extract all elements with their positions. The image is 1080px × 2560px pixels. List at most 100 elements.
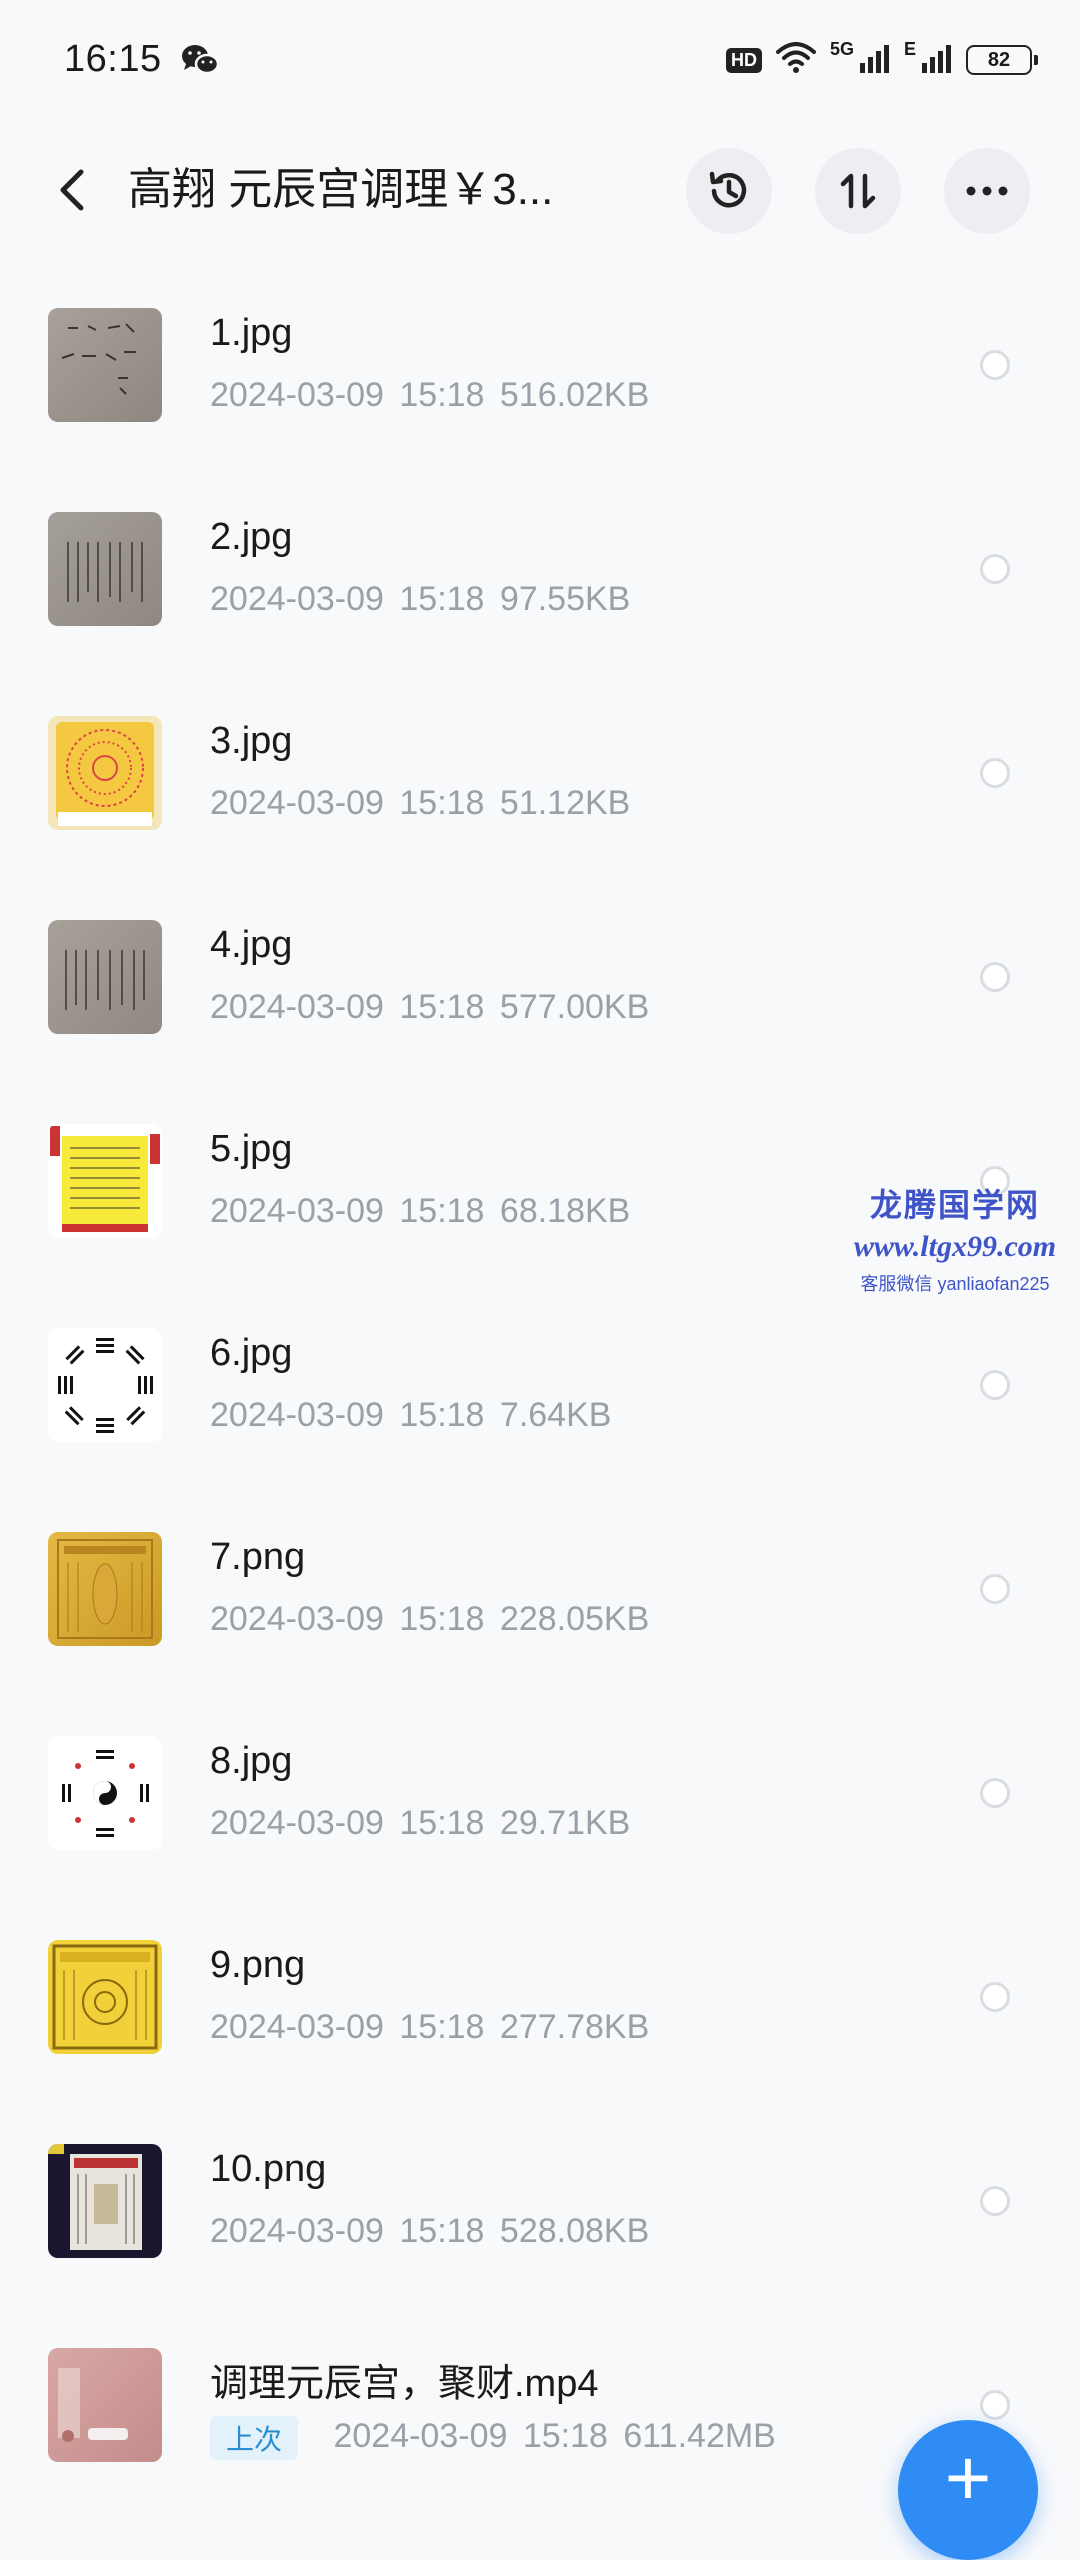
select-radio[interactable] xyxy=(980,758,1010,788)
hd-badge: HD xyxy=(725,47,762,73)
file-time: 15:18 xyxy=(399,988,485,1026)
file-row[interactable]: 5.jpg 2024-03-09 15:18 68.18KB xyxy=(0,1096,1080,1300)
file-date: 2024-03-09 xyxy=(210,1804,384,1842)
file-row[interactable]: 10.png 2024-03-09 15:18 528.08KB xyxy=(0,2116,1080,2320)
file-row[interactable]: 2.jpg 2024-03-09 15:18 97.55KB xyxy=(0,484,1080,688)
file-time: 15:18 xyxy=(399,580,485,618)
file-name: 调理元辰宫，聚财.mp4 xyxy=(210,2363,599,2405)
last-opened-badge: 上次 xyxy=(210,2416,299,2460)
file-time: 15:18 xyxy=(522,2416,608,2455)
file-meta: 2024-03-09 15:18 7.64KB xyxy=(210,1396,611,1435)
file-name: 8.jpg xyxy=(210,1740,293,1782)
file-meta: 2024-03-09 15:18 97.55KB xyxy=(210,580,630,619)
file-thumbnail xyxy=(48,1328,162,1442)
file-name: 10.png xyxy=(210,2148,327,2190)
header: 高翔 元辰宫调理￥3... xyxy=(0,140,1080,240)
file-time: 15:18 xyxy=(399,1600,485,1638)
signal-icon-2 xyxy=(922,43,952,78)
file-name: 3.jpg xyxy=(210,720,293,762)
file-date: 2024-03-09 xyxy=(210,988,384,1026)
file-size: 516.02KB xyxy=(499,376,650,414)
select-radio[interactable] xyxy=(980,2186,1010,2216)
status-icons: HD 5G E 82 xyxy=(725,38,1038,82)
status-bar: 16:15 HD 5G E 82 xyxy=(0,0,1080,120)
file-meta: 2024-03-09 15:18 516.02KB xyxy=(210,376,649,415)
file-name: 9.png xyxy=(210,1944,306,1986)
file-size: 68.18KB xyxy=(499,1192,631,1230)
file-thumbnail xyxy=(48,1940,162,2054)
select-radio[interactable] xyxy=(980,2390,1010,2420)
file-name: 4.jpg xyxy=(210,924,293,966)
file-thumbnail xyxy=(48,512,162,626)
file-name: 2.jpg xyxy=(210,516,293,558)
wechat-icon xyxy=(180,42,220,78)
file-date: 2024-03-09 xyxy=(210,1192,384,1230)
file-name: 7.png xyxy=(210,1536,306,1578)
select-radio[interactable] xyxy=(980,1982,1010,2012)
plus-icon: + xyxy=(944,2433,992,2522)
file-thumbnail xyxy=(48,2144,162,2258)
wifi-icon xyxy=(775,41,816,79)
file-size: 7.64KB xyxy=(499,1396,612,1434)
file-name: 1.jpg xyxy=(210,312,293,354)
add-button[interactable]: + xyxy=(898,2420,1038,2560)
file-time: 15:18 xyxy=(399,1396,485,1434)
file-meta: 2024-03-09 15:18 68.18KB xyxy=(210,1192,630,1231)
select-radio[interactable] xyxy=(980,1166,1010,1196)
file-list: 1.jpg 2024-03-09 15:18 516.02KB 2.jpg 20… xyxy=(0,280,1080,2524)
file-date: 2024-03-09 xyxy=(210,2212,384,2250)
file-date: 2024-03-09 xyxy=(210,1600,384,1638)
file-meta: 2024-03-09 15:18 51.12KB xyxy=(210,784,630,823)
select-radio[interactable] xyxy=(980,1370,1010,1400)
file-meta: 2024-03-09 15:18 29.71KB xyxy=(210,1804,630,1843)
file-row[interactable]: 4.jpg 2024-03-09 15:18 577.00KB xyxy=(0,892,1080,1096)
file-row[interactable]: 6.jpg 2024-03-09 15:18 7.64KB xyxy=(0,1300,1080,1504)
file-meta: 2024-03-09 15:18 528.08KB xyxy=(210,2212,649,2251)
file-name: 5.jpg xyxy=(210,1128,293,1170)
history-button[interactable] xyxy=(686,148,772,234)
file-row[interactable]: 8.jpg 2024-03-09 15:18 29.71KB xyxy=(0,1708,1080,1912)
file-row[interactable]: 7.png 2024-03-09 15:18 228.05KB xyxy=(0,1504,1080,1708)
file-row[interactable]: 9.png 2024-03-09 15:18 277.78KB xyxy=(0,1912,1080,2116)
more-icon xyxy=(966,186,1008,196)
file-thumbnail xyxy=(48,1736,162,1850)
back-icon xyxy=(60,169,84,211)
file-size: 528.08KB xyxy=(499,2212,650,2250)
file-time: 15:18 xyxy=(399,784,485,822)
file-date: 2024-03-09 xyxy=(210,784,384,822)
file-row[interactable]: 3.jpg 2024-03-09 15:18 51.12KB xyxy=(0,688,1080,892)
file-thumbnail xyxy=(48,1532,162,1646)
file-date: 2024-03-09 xyxy=(210,2008,384,2046)
back-button[interactable] xyxy=(44,162,100,218)
sort-icon xyxy=(840,173,876,209)
file-meta: 2024-03-09 15:18 277.78KB xyxy=(210,2008,649,2047)
battery-icon: 82 xyxy=(966,45,1038,75)
file-meta: 上次 2024-03-09 15:18 611.42MB xyxy=(210,2416,776,2460)
file-meta: 2024-03-09 15:18 228.05KB xyxy=(210,1600,649,1639)
select-radio[interactable] xyxy=(980,350,1010,380)
file-thumbnail xyxy=(48,2348,162,2462)
select-radio[interactable] xyxy=(980,962,1010,992)
file-name: 6.jpg xyxy=(210,1332,293,1374)
file-size: 277.78KB xyxy=(499,2008,650,2046)
sort-button[interactable] xyxy=(815,148,901,234)
file-size: 611.42MB xyxy=(623,2416,776,2455)
file-thumbnail xyxy=(48,920,162,1034)
file-size: 97.55KB xyxy=(499,580,631,618)
file-time: 15:18 xyxy=(399,1192,485,1230)
file-row[interactable]: 1.jpg 2024-03-09 15:18 516.02KB xyxy=(0,280,1080,484)
select-radio[interactable] xyxy=(980,554,1010,584)
file-date: 2024-03-09 xyxy=(210,1396,384,1434)
file-date: 2024-03-09 xyxy=(210,376,384,414)
file-size: 51.12KB xyxy=(499,784,631,822)
select-radio[interactable] xyxy=(980,1778,1010,1808)
file-thumbnail xyxy=(48,1124,162,1238)
more-button[interactable] xyxy=(944,148,1030,234)
file-time: 15:18 xyxy=(399,376,485,414)
file-size: 577.00KB xyxy=(499,988,650,1026)
file-size: 29.71KB xyxy=(499,1804,631,1842)
file-size: 228.05KB xyxy=(499,1600,650,1638)
status-time: 16:15 xyxy=(64,38,162,80)
select-radio[interactable] xyxy=(980,1574,1010,1604)
page-title: 高翔 元辰宫调理￥3... xyxy=(128,165,554,214)
